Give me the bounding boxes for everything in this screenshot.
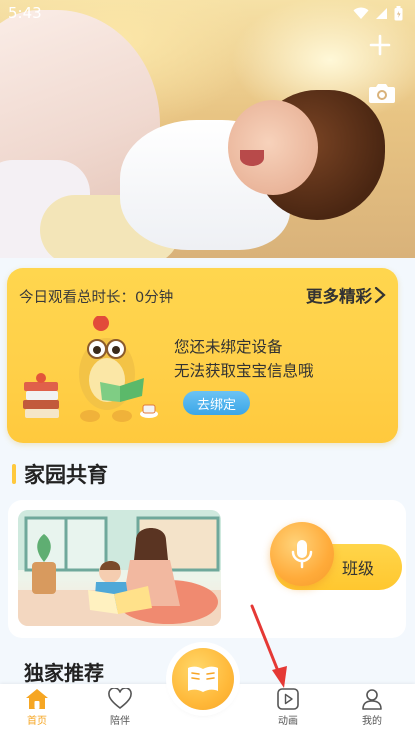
battery-icon [394,5,403,20]
nav-animation-label: 动画 [278,716,298,727]
play-icon [277,688,299,710]
unbound-info-text: 无法获取宝宝信息哦 [174,362,314,380]
camera-icon [369,84,395,103]
class-button-label: 班级 [341,559,374,578]
add-button[interactable] [365,30,395,60]
nav-home[interactable]: 首页 [7,688,67,734]
plus-icon [369,34,391,56]
watch-summary-card: 今日观看总时长：0分钟 更多精彩 您还未绑定设备 无法获取宝宝信息哦 去绑定 [7,268,398,443]
reading-illustration [18,510,221,626]
book-icon [188,666,218,692]
microphone-icon [291,540,313,569]
nav-mine[interactable]: 我的 [342,688,402,734]
unbound-device-text: 您还未绑定设备 [174,338,283,356]
section-title-bar [12,464,16,484]
heart-icon [108,688,132,710]
wifi-icon [353,7,369,19]
giraffe-mascot-illustration [23,316,158,422]
hero-photo-smile [240,150,264,166]
voice-button[interactable] [270,522,334,586]
camera-button[interactable] [367,78,397,108]
status-bar: 5:43 [0,0,415,26]
hero-photo-face [228,100,318,195]
signal-icon [376,7,387,19]
more-link-label: 更多精彩 [306,287,372,306]
section-title-label: 家园共育 [24,463,108,487]
status-time: 5:43 [8,4,42,22]
home-school-card[interactable]: 班级 [8,500,406,638]
nav-mine-label: 我的 [362,716,382,727]
nav-home-label: 首页 [27,716,47,727]
hero-banner [0,0,415,258]
status-icons [353,5,403,21]
section-title: 家园共育 [12,459,108,489]
user-icon [362,689,382,710]
red-arrow-annotation [250,604,287,688]
nav-companion[interactable]: 陪伴 [90,688,150,734]
watch-time-text: 今日观看总时长：0分钟 [19,290,174,306]
exclusive-recommend-title: 独家推荐 [24,661,104,685]
bind-device-button[interactable]: 去绑定 [183,391,250,415]
nav-companion-label: 陪伴 [110,716,130,727]
center-read-button[interactable] [172,648,234,710]
chevron-right-icon [374,286,386,304]
home-icon [26,689,48,709]
more-link[interactable]: 更多精彩 [306,283,386,307]
nav-animation[interactable]: 动画 [258,688,318,734]
